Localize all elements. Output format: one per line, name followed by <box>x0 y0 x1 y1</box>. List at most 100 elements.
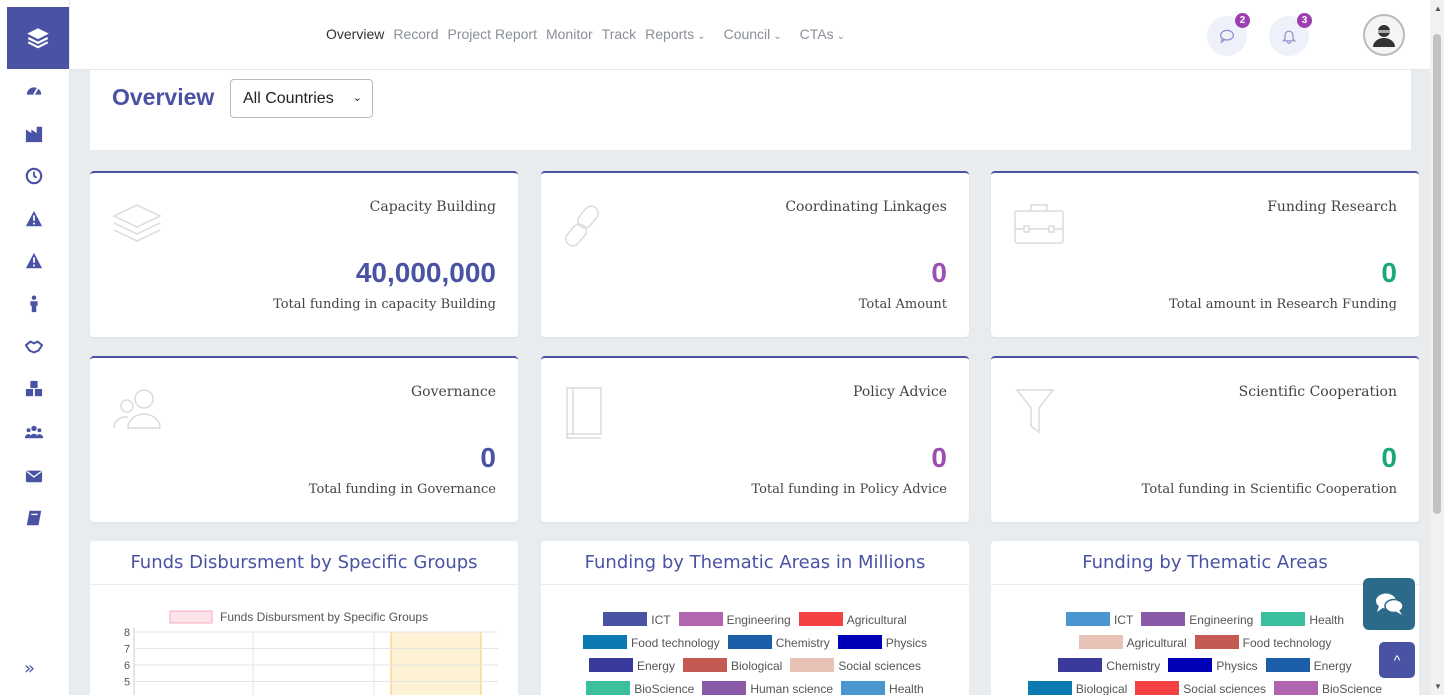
legend-item[interactable]: Biological <box>1027 678 1128 695</box>
nav-overview[interactable]: Overview <box>326 26 384 42</box>
book-outline-icon <box>566 387 602 439</box>
legend-row: BioScience Human science Health <box>541 678 969 695</box>
legend-swatch <box>678 612 723 626</box>
industry-icon[interactable] <box>24 124 44 144</box>
legend-item[interactable]: Food technology <box>582 632 720 655</box>
funnel-icon <box>1015 389 1055 434</box>
legend-label: Engineering <box>1189 613 1254 627</box>
legend-item[interactable]: ICT <box>1065 609 1133 632</box>
legend-label: Food technology <box>1242 636 1332 650</box>
legend-swatch <box>841 681 886 695</box>
users-icon[interactable] <box>24 422 44 442</box>
card-value: 0 <box>931 442 947 473</box>
layers-logo-icon <box>27 28 49 49</box>
legend-item[interactable]: Chemistry <box>1058 655 1160 678</box>
chat-bubbles-icon <box>1376 593 1404 615</box>
nav-monitor[interactable]: Monitor <box>546 26 593 42</box>
legend-label: Food technology <box>630 636 720 650</box>
legend-item[interactable]: Human science <box>702 678 833 695</box>
bar-chart: Funds Disbursment by Specific Groups 8 7 6… <box>124 610 498 695</box>
scrollbar-thumb[interactable] <box>1433 34 1441 514</box>
legend-row: ICT Engineering Health <box>991 609 1419 632</box>
chart-legend: ICT Engineering Health Agricultural Food tec… <box>991 609 1419 695</box>
person-icon[interactable] <box>24 294 44 314</box>
legend-row: Chemistry Physics Energy <box>991 655 1419 678</box>
nav-reports[interactable]: Reports ⌄ <box>645 26 714 42</box>
messages-button[interactable]: 2 <box>1207 13 1250 56</box>
messages-badge: 2 <box>1235 13 1250 28</box>
scroll-down-arrow-icon[interactable]: ▼ <box>1434 682 1442 691</box>
legend-item[interactable]: Social sciences <box>790 655 921 678</box>
legend-item[interactable]: Energy <box>1265 655 1352 678</box>
legend-item[interactable]: Chemistry <box>727 632 830 655</box>
nav-ctas[interactable]: CTAs ⌄ <box>800 26 854 42</box>
legend-swatch <box>1065 612 1110 626</box>
legend-swatch <box>837 635 882 649</box>
legend-item[interactable]: ICT <box>603 609 671 632</box>
legend-item[interactable]: BioScience <box>1274 678 1382 695</box>
legend-item[interactable]: Energy <box>588 655 675 678</box>
card-title: Coordinating Linkages <box>785 199 947 215</box>
legend-item[interactable]: Agricultural <box>798 609 907 632</box>
card-subtitle: Total funding in Policy Advice <box>751 482 947 497</box>
legend-label: Biological <box>1075 682 1128 695</box>
nav-council-label: Council <box>723 26 771 42</box>
legend-item[interactable]: Health <box>1261 609 1344 632</box>
legend-item[interactable]: Agricultural <box>1078 632 1187 655</box>
card-subtitle: Total funding in Scientific Cooperation <box>1141 482 1397 497</box>
legend-item[interactable]: Engineering <box>1141 609 1253 632</box>
legend-item[interactable]: Engineering <box>678 609 791 632</box>
card-title: Policy Advice <box>852 384 947 400</box>
legend-item[interactable]: Biological <box>682 655 782 678</box>
chevron-down-icon: ⌄ <box>773 31 782 42</box>
card-value: 0 <box>1381 257 1397 288</box>
legend-label: Energy <box>636 659 675 673</box>
envelope-icon[interactable] <box>24 466 44 486</box>
nav-council[interactable]: Council ⌄ <box>724 26 791 42</box>
user-avatar[interactable] <box>1363 14 1405 56</box>
card-value: 40,000,000 <box>355 257 496 288</box>
country-select[interactable]: All Countries ⌄ <box>230 79 373 118</box>
back-to-top-button[interactable]: ^ <box>1379 642 1415 678</box>
legend-item[interactable]: Physics <box>837 632 927 655</box>
chevron-up-icon: ^ <box>1393 652 1401 668</box>
chat-support-button[interactable] <box>1363 578 1415 630</box>
notifications-button[interactable]: 3 <box>1269 13 1312 56</box>
chart-card-thematic-millions: Funding by Thematic Areas in Millions IC… <box>541 541 969 695</box>
legend-item[interactable]: Social sciences <box>1135 678 1266 695</box>
card-subtitle: Total Amount <box>858 297 947 312</box>
y-tick-label: 7 <box>124 644 130 656</box>
card-coordinating-linkages: Coordinating Linkages 0 Total Amount <box>541 171 969 337</box>
legend-item[interactable]: Health <box>841 678 924 695</box>
layers-icon <box>112 204 162 242</box>
nav-record[interactable]: Record <box>393 26 438 42</box>
top-header: Overview Record Project Report Monitor T… <box>70 0 1444 70</box>
legend-label: Physics <box>1216 659 1258 673</box>
cubes-icon[interactable] <box>24 379 44 399</box>
card-subtitle: Total funding in Governance <box>308 482 496 497</box>
book-icon[interactable] <box>24 508 44 528</box>
legend-item[interactable]: BioScience <box>586 678 694 695</box>
clock-icon[interactable] <box>24 166 44 186</box>
legend-swatch <box>727 635 772 649</box>
legend-label: BioScience <box>634 682 695 695</box>
alert-icon[interactable] <box>24 251 44 271</box>
dashboard-gauge-icon[interactable] <box>24 81 44 101</box>
nav-project-report[interactable]: Project Report <box>448 26 537 42</box>
handshake-icon[interactable] <box>24 337 44 357</box>
nav-track[interactable]: Track <box>602 26 636 42</box>
scroll-up-arrow-icon[interactable]: ▲ <box>1434 4 1442 13</box>
collapse-sidebar-button[interactable]: » <box>24 658 35 679</box>
chart-card-specific-groups: Funds Disbursment by Specific Groups Fun… <box>90 541 518 695</box>
chat-bubble-icon <box>1220 29 1234 44</box>
legend-swatch <box>1261 612 1306 626</box>
chart-title: Funding by Thematic Areas <box>1082 552 1328 573</box>
page-title: Overview <box>112 84 215 110</box>
legend-item[interactable]: Food technology <box>1194 632 1332 655</box>
legend-label: Chemistry <box>1106 659 1161 673</box>
warning-icon[interactable] <box>24 209 44 229</box>
brand-logo[interactable] <box>7 7 69 69</box>
legend-swatch <box>798 612 843 626</box>
legend-item[interactable]: Physics <box>1168 655 1258 678</box>
card-value: 0 <box>480 442 496 473</box>
